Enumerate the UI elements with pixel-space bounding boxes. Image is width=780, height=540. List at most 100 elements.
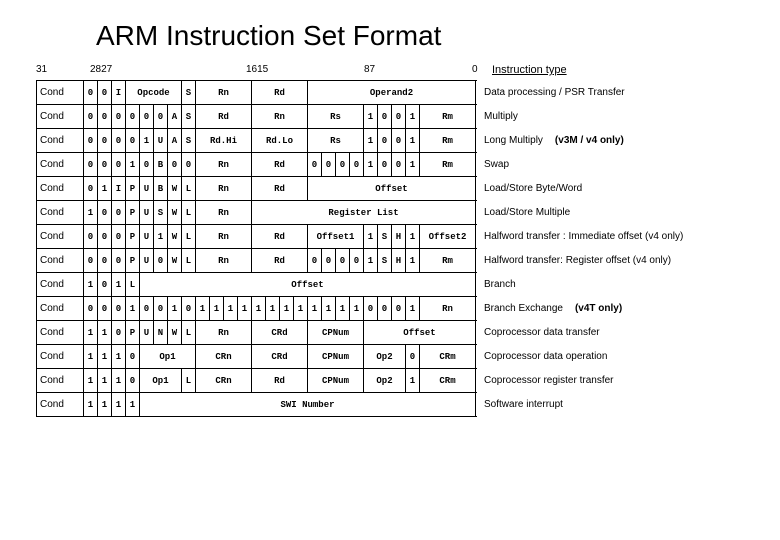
bit-field: 0 — [98, 105, 112, 129]
bit-field: A — [168, 105, 182, 129]
bit-field: 1 — [84, 273, 98, 297]
bit-field: 0 — [168, 153, 182, 177]
bit-field: 0 — [126, 105, 140, 129]
bit-field: P — [126, 201, 140, 225]
bit-field: 0 — [154, 105, 168, 129]
cond-field: Cond — [37, 273, 84, 297]
bit-field: 0 — [112, 201, 126, 225]
bit-positions: 31 2827 1615 87 0 Instruction type — [36, 64, 780, 80]
bit-field: Rd — [252, 369, 308, 393]
bit-field: 0 — [378, 129, 392, 153]
bit-field: B — [154, 177, 168, 201]
bit-field: 1 — [196, 297, 210, 321]
bit-field: CRm — [420, 369, 476, 393]
bit-field: W — [168, 321, 182, 345]
bit-field: Offset — [140, 273, 476, 297]
bit-field: P — [126, 225, 140, 249]
bit-field: 1 — [406, 153, 420, 177]
table-row: Cond000100101111111111110001RnBranch Exc… — [37, 297, 684, 321]
table-row: Cond00010B00RnRd00001001RmSwap — [37, 153, 684, 177]
instruction-description: Coprocessor data transfer — [476, 321, 684, 345]
bit-field: 0 — [98, 153, 112, 177]
bit-field: 0 — [336, 249, 350, 273]
bit-field: CPNum — [308, 369, 364, 393]
bit-field: L — [182, 225, 196, 249]
bit-field: 1 — [112, 273, 126, 297]
bit-field: U — [140, 321, 154, 345]
bit-field: 1 — [126, 393, 140, 417]
bit-field: I — [112, 177, 126, 201]
bit-field: 0 — [98, 129, 112, 153]
instruction-description: Coprocessor data operation — [476, 345, 684, 369]
cond-field: Cond — [37, 129, 84, 153]
bit-field: 0 — [84, 297, 98, 321]
bit-field: Rs — [308, 105, 364, 129]
instruction-description: Load/Store Multiple — [476, 201, 684, 225]
instruction-description: Swap — [476, 153, 684, 177]
bit-field: Rn — [196, 201, 252, 225]
instruction-description: Branch — [476, 273, 684, 297]
instruction-description: Branch Exchange(v4T only) — [476, 297, 684, 321]
bit-field: 1 — [84, 321, 98, 345]
bit-field: 0 — [112, 105, 126, 129]
bit-field: 0 — [322, 249, 336, 273]
bit-field: CRn — [196, 345, 252, 369]
bit-field: U — [140, 177, 154, 201]
bit-field: 1 — [84, 201, 98, 225]
bit-field: L — [182, 369, 196, 393]
bit-field: S — [182, 129, 196, 153]
bit-field: 1 — [140, 129, 154, 153]
cond-field: Cond — [37, 249, 84, 273]
bit-field: 1 — [98, 321, 112, 345]
table-row: Cond00IOpcodeSRnRdOperand2Data processin… — [37, 81, 684, 105]
bit-field: 0 — [378, 153, 392, 177]
bit-field: Offset2 — [420, 225, 476, 249]
bit-field: 0 — [126, 369, 140, 393]
bit-field: P — [126, 249, 140, 273]
bit-field: CRn — [196, 369, 252, 393]
cond-field: Cond — [37, 177, 84, 201]
bit-field: Op2 — [364, 345, 406, 369]
bit-field: W — [168, 177, 182, 201]
instruction-description: Coprocessor register transfer — [476, 369, 684, 393]
bit-field: Rm — [420, 105, 476, 129]
bit-field: 0 — [392, 297, 406, 321]
cond-field: Cond — [37, 297, 84, 321]
bit-field: 1 — [84, 393, 98, 417]
bit-field: 0 — [336, 153, 350, 177]
bit-field: Rd.Hi — [196, 129, 252, 153]
bit-field: 1 — [126, 297, 140, 321]
bit-field: 0 — [98, 273, 112, 297]
instruction-description: Halfword transfer : Immediate offset (v4… — [476, 225, 684, 249]
bit-field: 1 — [154, 225, 168, 249]
bit-field: 0 — [84, 177, 98, 201]
table-row: Cond01IPUBWLRnRdOffsetLoad/Store Byte/Wo… — [37, 177, 684, 201]
table-row: Cond000PU1WLRnRdOffset11SH1Offset2Halfwo… — [37, 225, 684, 249]
bit-field: 0 — [112, 321, 126, 345]
bit-field: 1 — [98, 393, 112, 417]
bit-field: 1 — [336, 297, 350, 321]
bit-field: 0 — [112, 225, 126, 249]
bit-field: 1 — [406, 129, 420, 153]
cond-field: Cond — [37, 81, 84, 105]
bit-field: 0 — [84, 81, 98, 105]
bit-field: S — [378, 225, 392, 249]
table-row: Cond110PUNWLRnCRdCPNumOffsetCoprocessor … — [37, 321, 684, 345]
instruction-description: Software interrupt — [476, 393, 684, 417]
bit-field: 1 — [84, 345, 98, 369]
bit-field: 1 — [84, 369, 98, 393]
bit-field: 0 — [84, 249, 98, 273]
bit-field: 0 — [84, 153, 98, 177]
bit-field: Op1 — [140, 345, 196, 369]
bit-field: U — [140, 249, 154, 273]
bit-field: Rs — [308, 129, 364, 153]
bit-field: 0 — [84, 225, 98, 249]
bit-field: 0 — [364, 297, 378, 321]
bit-field: 0 — [140, 297, 154, 321]
bit-field: Rd — [196, 105, 252, 129]
bit-field: Rn — [196, 225, 252, 249]
bit-field: Offset — [308, 177, 476, 201]
bit-field: W — [168, 249, 182, 273]
bit-field: Offset1 — [308, 225, 364, 249]
bit-field: Op2 — [364, 369, 406, 393]
